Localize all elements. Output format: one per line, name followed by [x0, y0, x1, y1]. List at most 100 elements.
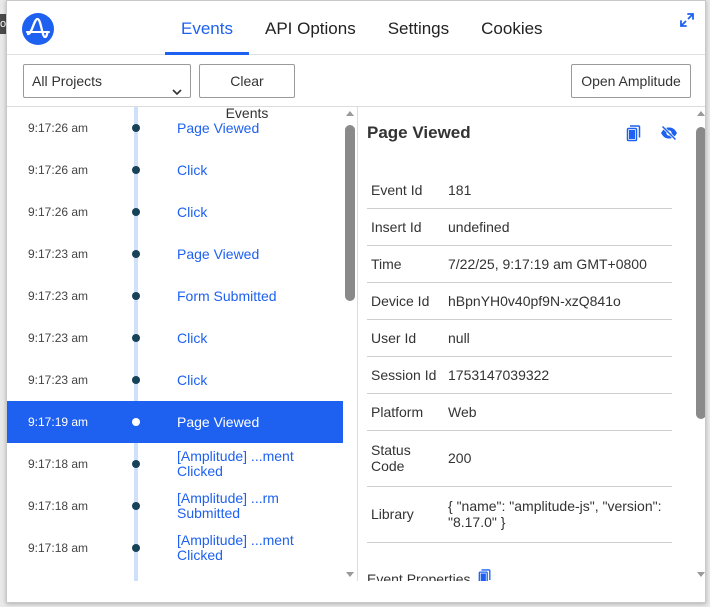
event-time: 9:17:18 am [28, 541, 89, 555]
event-row[interactable]: 9:17:26 am Click [7, 191, 343, 233]
event-detail-title: Page Viewed [367, 123, 471, 142]
event-name[interactable]: [Amplitude] ...ment Clicked [177, 533, 327, 563]
copy-icon[interactable] [626, 125, 642, 147]
event-name[interactable]: Page Viewed [177, 401, 327, 443]
property-key: Time [367, 245, 444, 283]
property-value: undefined [444, 208, 672, 246]
event-time: 9:17:23 am [28, 373, 89, 387]
property-value: null [444, 319, 672, 357]
scroll-up-arrow-icon[interactable] [346, 111, 354, 116]
property-key: Insert Id [367, 208, 444, 246]
event-name[interactable]: [Amplitude] ...ment [177, 569, 327, 581]
timeline-dot-icon [132, 334, 140, 342]
event-name[interactable]: [Amplitude] ...rm Submitted [177, 491, 327, 521]
property-row: Platform Web [367, 393, 672, 431]
event-name[interactable]: Page Viewed [177, 233, 327, 275]
property-row: User Id null [367, 319, 672, 357]
scrollbar-thumb[interactable] [696, 127, 705, 419]
event-name[interactable]: Form Submitted [177, 275, 327, 317]
property-key: Event Id [367, 172, 444, 209]
event-time: 9:17:26 am [28, 163, 89, 177]
event-row[interactable]: 9:17:23 am Page Viewed [7, 233, 343, 275]
scroll-down-arrow-icon[interactable] [697, 572, 705, 577]
property-value: Web [444, 393, 672, 431]
property-key: Device Id [367, 282, 444, 320]
event-row[interactable]: 9:17:26 am Page Viewed [7, 107, 343, 149]
event-time: 9:17:23 am [28, 331, 89, 345]
event-detail-scrollbar[interactable] [694, 107, 705, 581]
event-list-scrollbar[interactable] [343, 107, 357, 581]
property-row: Library{ "name": "amplitude-js", "versio… [367, 486, 672, 543]
event-name[interactable]: Click [177, 149, 327, 191]
event-list: 9:17:26 am Page Viewed 9:17:26 am Click 9:17… [7, 107, 343, 581]
timeline-dot-icon [132, 124, 140, 132]
event-row[interactable]: 9:17:18 am [Amplitude] ...ment Clicked [7, 443, 343, 485]
event-row[interactable]: 9:17:26 am Click [7, 149, 343, 191]
tab-bar: Events API Options Settings Cookies [165, 1, 559, 55]
scroll-down-arrow-icon[interactable] [346, 572, 354, 577]
timeline-dot-icon [132, 250, 140, 258]
clear-events-button[interactable]: Clear Events [199, 64, 295, 121]
event-time: 9:17:18 am [28, 499, 89, 513]
property-key: User Id [367, 319, 444, 357]
chevron-down-icon [172, 76, 182, 108]
event-name[interactable]: Click [177, 317, 327, 359]
event-name[interactable]: Click [177, 359, 327, 401]
event-time: 9:17:19 am [28, 415, 89, 429]
event-row[interactable]: 9:17:19 am Page Viewed [7, 401, 343, 443]
timeline-dot-icon [132, 544, 140, 552]
event-row[interactable]: 9:17:23 am Form Submitted [7, 275, 343, 317]
property-value: 1753147039322 [444, 356, 672, 394]
property-row: Status Code 200 [367, 430, 672, 487]
property-row: Session Id 1753147039322 [367, 356, 672, 394]
scroll-up-arrow-icon[interactable] [697, 111, 705, 116]
property-value: hBpnYH0v40pf9N-xzQ841o [444, 282, 672, 320]
scrollbar-thumb[interactable] [345, 125, 355, 301]
event-row[interactable]: 9:17:18 am [Amplitude] ...rm Submitted [7, 485, 343, 527]
event-row[interactable]: 9:17:18 am [Amplitude] ...ment Clicked [7, 527, 343, 569]
event-name[interactable]: [Amplitude] ...ment Clicked [177, 449, 327, 479]
timeline-dot-icon [132, 460, 140, 468]
event-time: 9:17:18 am [28, 457, 89, 471]
property-key: Status Code [367, 430, 444, 487]
property-value: 181 [444, 172, 672, 209]
timeline-dot-icon [132, 166, 140, 174]
timeline-dot-icon [132, 418, 140, 426]
timeline-dot-icon [132, 502, 140, 510]
event-name[interactable]: Click [177, 191, 327, 233]
property-key: Platform [367, 393, 444, 431]
property-value: 7/22/25, 9:17:19 am GMT+0800 [444, 245, 672, 283]
tab-events[interactable]: Events [165, 1, 249, 55]
toolbar: All Projects Clear Events Open Amplitude [7, 55, 705, 121]
event-row[interactable]: 9:17:23 am Click [7, 359, 343, 401]
eye-slash-icon[interactable] [660, 125, 678, 146]
event-time: 9:17:26 am [28, 121, 89, 135]
event-row[interactable]: [Amplitude] ...ment [7, 569, 343, 581]
event-time: 9:17:26 am [28, 205, 89, 219]
project-select[interactable]: All Projects [23, 64, 191, 98]
tab-api-options[interactable]: API Options [249, 1, 372, 55]
tab-settings[interactable]: Settings [372, 1, 465, 55]
copy-icon[interactable] [478, 569, 492, 581]
event-name[interactable]: Page Viewed [177, 107, 327, 149]
timeline-dot-icon [132, 208, 140, 216]
timeline-dot-icon [132, 292, 140, 300]
event-properties-table: Event Id 181 Insert Id undefined Time 7/22/25… [367, 172, 672, 543]
open-amplitude-button[interactable]: Open Amplitude [571, 64, 691, 98]
amplitude-logo [22, 13, 54, 45]
event-row[interactable]: 9:17:23 am Click [7, 317, 343, 359]
event-time: 9:17:23 am [28, 289, 89, 303]
expand-icon[interactable] [679, 12, 695, 28]
property-value: { "name": "amplitude-js", "version": "8.… [444, 486, 672, 543]
property-key: Session Id [367, 356, 444, 394]
event-time: 9:17:23 am [28, 247, 89, 261]
property-row: Event Id 181 [367, 172, 672, 209]
timeline-dot-icon [132, 376, 140, 384]
project-select-value: All Projects [32, 73, 103, 89]
property-value: 200 [444, 430, 672, 487]
header: Events API Options Settings Cookies [7, 1, 705, 55]
tab-cookies[interactable]: Cookies [465, 1, 558, 55]
property-row: Device Id hBpnYH0v40pf9N-xzQ841o [367, 282, 672, 320]
property-row: Time 7/22/25, 9:17:19 am GMT+0800 [367, 245, 672, 283]
event-properties-label: Event Properties [367, 571, 471, 581]
